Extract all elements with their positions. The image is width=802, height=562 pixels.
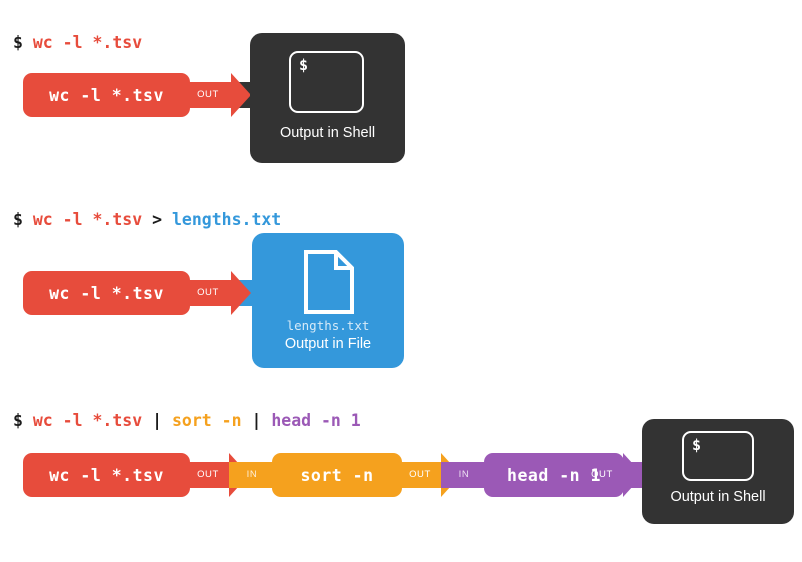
out-port-label-1: OUT (197, 89, 219, 100)
terminal-prompt-glyph: $ (299, 56, 309, 74)
pipe-operator-token-1: | (152, 411, 163, 430)
out-port-label-2: OUT (197, 287, 219, 298)
command-line-1: $ wc -l *.tsv (13, 33, 142, 53)
command-token-head: head -n 1 (271, 411, 361, 430)
output-box-shell-1[interactable]: $ Output in Shell (250, 33, 405, 163)
output-box-shell-3[interactable]: $ Output in Shell (642, 419, 794, 524)
out-port-label-head: OUT (591, 469, 613, 480)
arrow-head-head-out (623, 453, 643, 497)
in-port-label-sort: IN (246, 469, 258, 480)
command-line-2: $ wc -l *.tsv > lengths.txt (13, 210, 281, 230)
arrow-head-out-1 (231, 73, 251, 117)
command-token-wc: wc -l *.tsv (32, 33, 143, 52)
redirect-operator-token: > (152, 210, 163, 229)
command-token-sort: sort -n (171, 411, 242, 430)
filename-token: lengths.txt (171, 210, 282, 229)
file-document-icon (303, 249, 355, 315)
output-box-label-3: Output in Shell (670, 489, 766, 505)
terminal-prompt-glyph: $ (692, 436, 702, 454)
terminal-icon: $ (682, 431, 754, 481)
diagram-output-to-shell: $ wc -l *.tsv wc -l *.tsv OUT $ Output i… (0, 0, 802, 180)
output-box-label-1: Output in Shell (279, 125, 376, 141)
out-port-label-sort: OUT (409, 469, 431, 480)
command-block-wc[interactable]: wc -l *.tsv (23, 271, 190, 315)
command-block-wc[interactable]: wc -l *.tsv (23, 453, 190, 497)
command-token-wc: wc -l *.tsv (32, 210, 143, 229)
arrow-head-out-2 (231, 271, 251, 315)
command-block-label: wc -l *.tsv (49, 465, 164, 485)
terminal-icon: $ (289, 51, 364, 113)
diagram-pipeline: $ wc -l *.tsv | sort -n | head -n 1 wc -… (0, 380, 802, 562)
command-block-label: sort -n (300, 465, 374, 485)
command-block-label: wc -l *.tsv (49, 85, 164, 105)
pipe-operator-token-2: | (251, 411, 262, 430)
command-line-3: $ wc -l *.tsv | sort -n | head -n 1 (13, 411, 361, 431)
pipeline-3: wc -l *.tsv OUT IN sort -n OUT IN head -… (23, 453, 683, 497)
diagram-output-to-file: $ wc -l *.tsv > lengths.txt wc -l *.tsv … (0, 180, 802, 380)
command-block-sort[interactable]: sort -n (272, 453, 402, 497)
command-block-label: wc -l *.tsv (49, 283, 164, 303)
shell-prompt: $ (13, 210, 23, 229)
command-block-wc[interactable]: wc -l *.tsv (23, 73, 190, 117)
output-filename-label: lengths.txt (286, 318, 370, 333)
shell-prompt: $ (13, 411, 23, 430)
command-token-wc: wc -l *.tsv (32, 411, 143, 430)
out-port-label-wc: OUT (197, 469, 219, 480)
in-port-label-head: IN (458, 469, 470, 480)
shell-prompt: $ (13, 33, 23, 52)
output-box-label-2: Output in File (284, 336, 372, 352)
output-box-file[interactable]: lengths.txt Output in File (252, 233, 404, 368)
